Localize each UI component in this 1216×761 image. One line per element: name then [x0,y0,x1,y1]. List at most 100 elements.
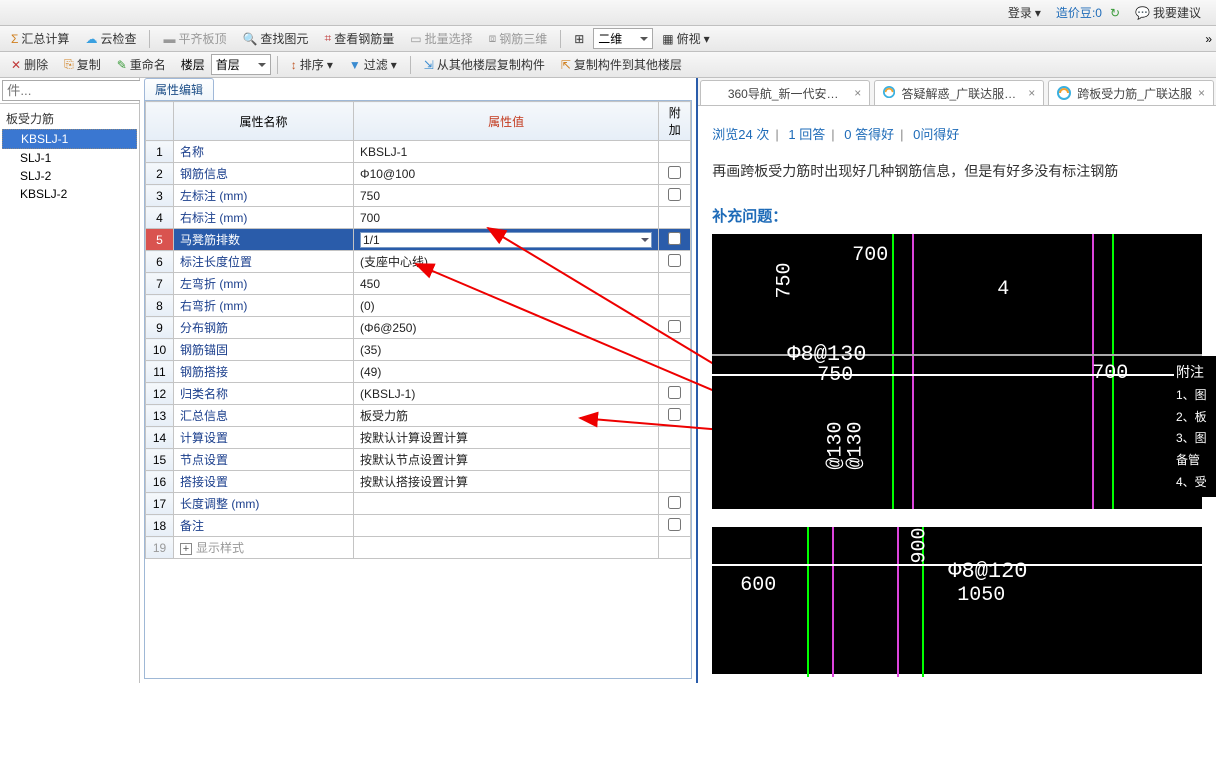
extra-checkbox[interactable] [668,166,681,179]
property-row[interactable]: 4右标注 (mm)700 [146,207,691,229]
property-row[interactable]: 1名称KBSLJ-1 [146,141,691,163]
property-row[interactable]: 6标注长度位置(支座中心线) [146,251,691,273]
extra-checkbox[interactable] [668,320,681,333]
property-row[interactable]: 8右弯折 (mm)(0) [146,295,691,317]
copy-from-floor-button[interactable]: ⇲从其他楼层复制构件 [417,53,552,76]
property-row[interactable]: 15节点设置按默认节点设置计算 [146,449,691,471]
toolbar-row-3: ✕删除 ⎘复制 ✎重命名 楼层 首层 ↕排序 ▾ ▼过滤 ▾ ⇲从其他楼层复制构… [0,52,1216,78]
sort-button[interactable]: ↕排序 ▾ [284,53,340,76]
property-value-cell[interactable] [354,493,659,515]
extra-checkbox[interactable] [668,232,681,245]
extra-checkbox[interactable] [668,518,681,531]
filter-button[interactable]: ▼过滤 ▾ [342,53,404,76]
overflow-chevron-icon[interactable]: » [1205,32,1212,46]
flatten-top-button[interactable]: ▬平齐板顶 [156,27,233,50]
tree-item[interactable]: KBSLJ-2 [2,185,137,203]
suggest-link[interactable]: 💬 我要建议 [1128,1,1208,24]
cad-dim-900: 900 [909,527,932,563]
favicon-icon [883,86,895,100]
property-value-cell[interactable]: 450 [354,273,659,295]
calc-summary-button[interactable]: Σ汇总计算 [4,27,76,50]
property-row[interactable]: 2钢筋信息Φ10@100 [146,163,691,185]
property-row[interactable]: 18备注 [146,515,691,537]
property-row[interactable]: 13汇总信息板受力筋 [146,405,691,427]
close-icon[interactable]: × [1198,86,1205,100]
value-combo[interactable]: 1/1 [360,232,652,248]
property-row[interactable]: 10钢筋锚固(35) [146,339,691,361]
property-value-cell[interactable]: 按默认搭接设置计算 [354,471,659,493]
refresh-icon[interactable]: ↻ [1110,6,1120,20]
row-number: 9 [146,317,174,339]
property-value-cell[interactable]: 700 [354,207,659,229]
expand-icon[interactable]: + [180,543,192,555]
property-row[interactable]: 19+显示样式 [146,537,691,559]
find-elem-button[interactable]: 🔍查找图元 [235,27,315,50]
property-value-cell[interactable]: (支座中心线) [354,251,659,273]
tree-item[interactable]: KBSLJ-1 [2,129,137,149]
tree-root[interactable]: 板受力筋 [2,108,137,129]
property-row[interactable]: 16搭接设置按默认搭接设置计算 [146,471,691,493]
property-value-cell[interactable] [354,515,659,537]
property-value-cell[interactable]: Φ10@100 [354,163,659,185]
property-value-cell[interactable]: 750 [354,185,659,207]
property-row[interactable]: 9分布钢筋(Φ6@250) [146,317,691,339]
extra-checkbox[interactable] [668,408,681,421]
property-value-cell[interactable]: 按默认计算设置计算 [354,427,659,449]
close-icon[interactable]: × [854,86,861,100]
property-value-cell[interactable]: (49) [354,361,659,383]
browser-tab[interactable]: 跨板受力筋_广联达服× [1048,80,1214,105]
property-row[interactable]: 5马凳筋排数1/1 [146,229,691,251]
property-row[interactable]: 17长度调整 (mm) [146,493,691,515]
rename-button[interactable]: ✎重命名 [110,53,173,76]
row-number: 17 [146,493,174,515]
tree-item[interactable]: SLJ-1 [2,149,137,167]
view-nav-button[interactable]: ⊞ [567,29,591,49]
property-row[interactable]: 7左弯折 (mm)450 [146,273,691,295]
extra-checkbox[interactable] [668,254,681,267]
property-row[interactable]: 12归类名称(KBSLJ-1) [146,383,691,405]
extra-checkbox[interactable] [668,188,681,201]
property-row[interactable]: 11钢筋搭接(49) [146,361,691,383]
property-name-cell: 名称 [174,141,354,163]
col-value: 属性值 [354,102,659,141]
row-number: 2 [146,163,174,185]
property-value-cell[interactable] [354,537,659,559]
batch-select-button[interactable]: ▭批量选择 [403,27,479,50]
property-value-cell[interactable]: 板受力筋 [354,405,659,427]
property-row[interactable]: 3左标注 (mm)750 [146,185,691,207]
property-value-cell[interactable]: (Φ6@250) [354,317,659,339]
extra-cell [659,163,691,185]
tab-property-edit[interactable]: 属性编辑 [144,78,214,100]
view-2d-select[interactable]: 二维 [593,28,653,49]
property-row[interactable]: 14计算设置按默认计算设置计算 [146,427,691,449]
delete-button[interactable]: ✕删除 [4,53,55,76]
cloud-check-button[interactable]: ☁云检查 [78,27,143,50]
copy-button[interactable]: ⎘复制 [57,53,108,76]
extra-checkbox[interactable] [668,386,681,399]
browser-tab[interactable]: 答疑解惑_广联达服务新…× [874,80,1044,105]
row-number: 1 [146,141,174,163]
property-value-cell[interactable]: (35) [354,339,659,361]
property-value-cell[interactable]: (0) [354,295,659,317]
browser-tab[interactable]: 360导航_新一代安全上网× [700,80,870,105]
export-icon: ⇱ [561,58,571,72]
property-value-cell[interactable]: 1/1 [354,229,659,251]
view-rebar-button[interactable]: ⌗查看钢筋量 [317,27,401,50]
rebar-3d-button[interactable]: ⧈钢筋三维 [482,27,555,50]
row-number: 7 [146,273,174,295]
tree-item[interactable]: SLJ-2 [2,167,137,185]
property-name-cell: 分布钢筋 [174,317,354,339]
login-link[interactable]: 登录 ▾ [1001,1,1048,24]
row-number: 19 [146,537,174,559]
extra-cell [659,207,691,229]
extra-checkbox[interactable] [668,496,681,509]
property-name-cell: 马凳筋排数 [174,229,354,251]
close-icon[interactable]: × [1028,86,1035,100]
suggest-label: 我要建议 [1153,4,1201,21]
copy-to-floor-button[interactable]: ⇱复制构件到其他楼层 [554,53,689,76]
property-value-cell[interactable]: KBSLJ-1 [354,141,659,163]
property-value-cell[interactable]: 按默认节点设置计算 [354,449,659,471]
floor-select[interactable]: 首层 [211,54,271,75]
topview-button[interactable]: ▦俯视 ▾ [655,27,716,50]
property-value-cell[interactable]: (KBSLJ-1) [354,383,659,405]
